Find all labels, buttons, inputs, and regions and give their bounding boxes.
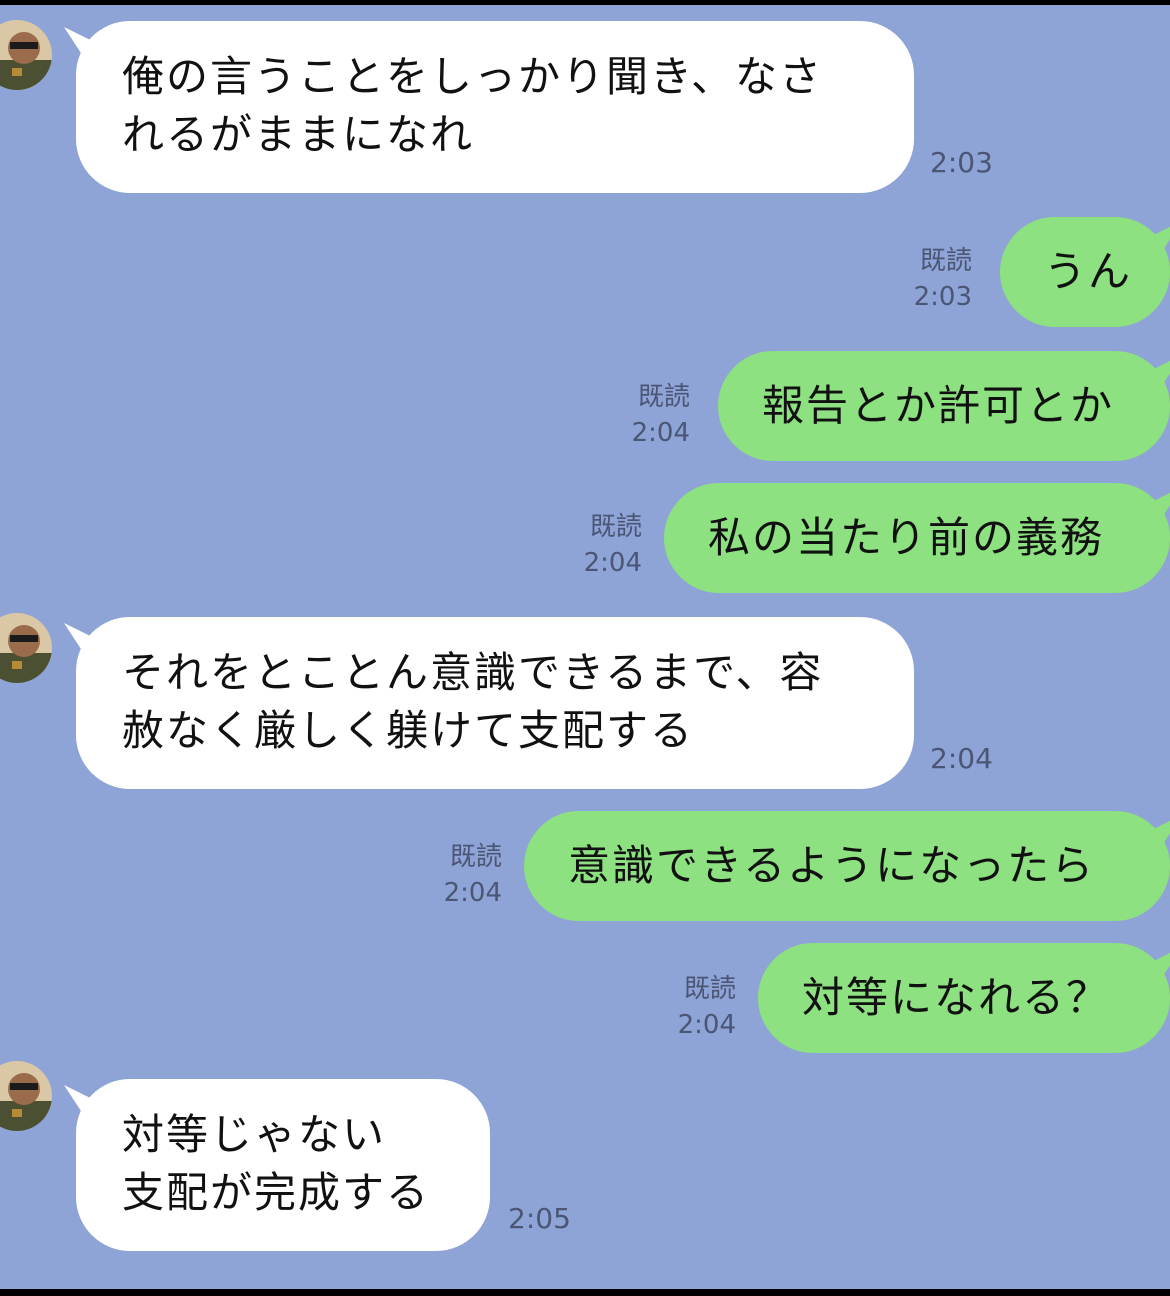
message-text: 報告とか許可とか xyxy=(762,381,1115,430)
message-time: 2:04 xyxy=(930,742,993,775)
message-bubble-outgoing[interactable]: 報告とか許可とか xyxy=(718,351,1170,461)
message-time: 2:05 xyxy=(508,1202,571,1235)
message-text: 赦なく厳しく躾けて支配する xyxy=(122,706,695,755)
message-text: うん xyxy=(1044,247,1133,296)
message-meta: 既読 2:04 xyxy=(678,971,736,1043)
message-time: 2:04 xyxy=(443,878,502,908)
message-bubble-outgoing[interactable]: 対等になれる？ xyxy=(758,943,1170,1053)
message-meta: 既読 2:04 xyxy=(444,839,502,911)
message-text: 対等になれる？ xyxy=(802,973,1111,1022)
message-bubble-incoming[interactable]: 対等じゃない 支配が完成する xyxy=(76,1079,490,1251)
message-time: 2:04 xyxy=(677,1010,736,1040)
message-bubble-outgoing[interactable]: 私の当たり前の義務 xyxy=(664,483,1170,593)
message-bubble-outgoing[interactable]: 意識できるようになったら xyxy=(524,811,1170,921)
message-meta: 既読 2:04 xyxy=(632,379,690,451)
message-text: 対等じゃない xyxy=(122,1110,387,1159)
message-meta: 既読 2:03 xyxy=(914,243,972,315)
message-text: 支配が完成する xyxy=(122,1168,431,1217)
message-text: 俺の言うことをしっかり聞き、なさ xyxy=(122,52,824,101)
message-text: 意識できるようになったら xyxy=(568,841,1096,890)
read-receipt: 既読 xyxy=(589,512,642,542)
read-receipt: 既読 xyxy=(919,246,972,276)
message-text: れるがままになれ xyxy=(122,110,475,159)
message-bubble-incoming[interactable]: それをとことん意識できるまで、容 赦なく厳しく躾けて支配する xyxy=(76,617,914,789)
read-receipt: 既読 xyxy=(637,382,690,412)
message-time: 2:03 xyxy=(930,146,993,179)
chat-area[interactable]: 俺の言うことをしっかり聞き、なさ れるがままになれ 2:03 既読 2:03 う… xyxy=(0,5,1170,1289)
message-text: 私の当たり前の義務 xyxy=(708,513,1105,562)
message-bubble-incoming[interactable]: 俺の言うことをしっかり聞き、なさ れるがままになれ xyxy=(76,21,914,193)
message-time: 2:04 xyxy=(583,548,642,578)
message-time: 2:03 xyxy=(913,282,972,312)
read-receipt: 既読 xyxy=(449,842,502,872)
message-meta: 既読 2:04 xyxy=(584,509,642,581)
read-receipt: 既読 xyxy=(683,974,736,1004)
message-time: 2:04 xyxy=(631,418,690,448)
message-bubble-outgoing[interactable]: うん xyxy=(1000,217,1170,327)
message-text: それをとことん意識できるまで、容 xyxy=(122,648,824,697)
